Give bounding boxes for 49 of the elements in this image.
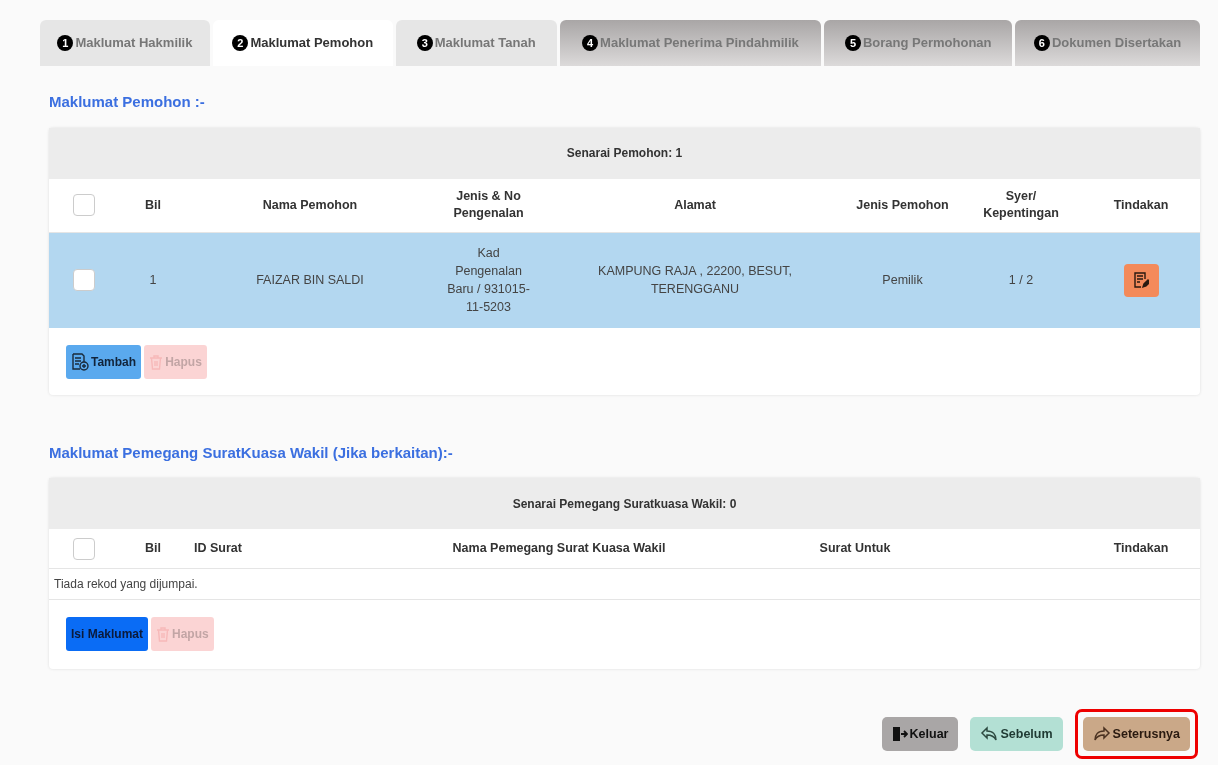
step-number: 6 bbox=[1033, 35, 1050, 51]
empty-message: Tiada rekod yang dijumpai. bbox=[49, 569, 1200, 600]
column-header: Bil bbox=[144, 540, 162, 557]
section-title: Maklumat Pemegang SuratKuasa Wakil (Jika berkaitan):- bbox=[49, 442, 454, 463]
fill-info-button[interactable]: Isi Maklumat bbox=[66, 617, 149, 651]
redo-arrow-icon bbox=[1092, 726, 1111, 742]
table-cell-text: Pemilik bbox=[881, 272, 924, 289]
step-number: 5 bbox=[844, 35, 861, 51]
column-header: ID Surat bbox=[193, 540, 243, 557]
column-header: Jenis & No Pengenalan bbox=[452, 188, 525, 222]
step-number: 3 bbox=[416, 35, 433, 51]
add-button[interactable]: Tambah bbox=[66, 344, 142, 379]
step-number: 4 bbox=[582, 35, 599, 51]
document-edit-icon bbox=[1133, 271, 1149, 289]
column-header: Nama Pemegang Surat Kuasa Wakil bbox=[451, 540, 667, 557]
trash-icon bbox=[149, 353, 164, 370]
table-caption: Senarai Pemegang Suratkuasa Wakil: 0 bbox=[49, 478, 1200, 529]
column-header: Jenis Pemohon bbox=[855, 196, 950, 214]
column-header: Tindakan bbox=[1112, 196, 1170, 214]
table-cell-text: 1 bbox=[148, 272, 158, 289]
tab[interactable]: 1 Maklumat Hakmilik bbox=[40, 20, 210, 66]
document-add-icon bbox=[71, 352, 89, 371]
checkbox[interactable] bbox=[72, 537, 95, 560]
door-exit-icon bbox=[891, 726, 908, 742]
column-header: Alamat bbox=[673, 196, 717, 214]
table-cell-text: KAMPUNG RAJA , 22200, BESUT, TERENGGANU bbox=[597, 263, 793, 298]
table-cell-text: FAIZAR BIN SALDI bbox=[255, 272, 365, 289]
table-caption: Senarai Pemohon: 1 bbox=[49, 127, 1200, 179]
exit-button[interactable]: Keluar bbox=[881, 717, 959, 751]
column-header: Bil bbox=[144, 196, 162, 214]
edit-button[interactable] bbox=[1123, 263, 1159, 297]
checkbox[interactable] bbox=[72, 194, 95, 216]
tab[interactable]: 2 Maklumat Pemohon bbox=[212, 20, 393, 66]
section-title: Maklumat Pemohon :- bbox=[49, 92, 206, 112]
trash-icon bbox=[156, 626, 171, 642]
column-header: Tindakan bbox=[1112, 540, 1170, 557]
next-button[interactable]: Seterusnya bbox=[1082, 717, 1190, 751]
column-header: Surat Untuk bbox=[818, 540, 892, 557]
table-cell-text: 1 / 2 bbox=[1007, 272, 1035, 289]
column-header: Nama Pemohon bbox=[261, 196, 359, 214]
table-row[interactable]: 1 FAIZAR BIN SALDI Kad Pengenalan Baru / 931015-11-5203 KAMPUNG RAJA , 22200, BESUT, TERENGGANU Pemilik 1 / 2 bbox=[49, 232, 1200, 328]
checkbox[interactable] bbox=[72, 269, 95, 291]
back-button[interactable]: Sebelum bbox=[970, 717, 1063, 751]
step-number: 1 bbox=[57, 35, 74, 51]
step-number: 2 bbox=[232, 35, 249, 51]
column-header: Syer/ Kepentingan bbox=[982, 188, 1060, 222]
table-cell-text: Kad Pengenalan Baru / 931015-11-5203 bbox=[446, 245, 531, 316]
undo-arrow-icon bbox=[980, 726, 999, 742]
tab[interactable]: 3 Maklumat Tanah bbox=[395, 20, 557, 66]
